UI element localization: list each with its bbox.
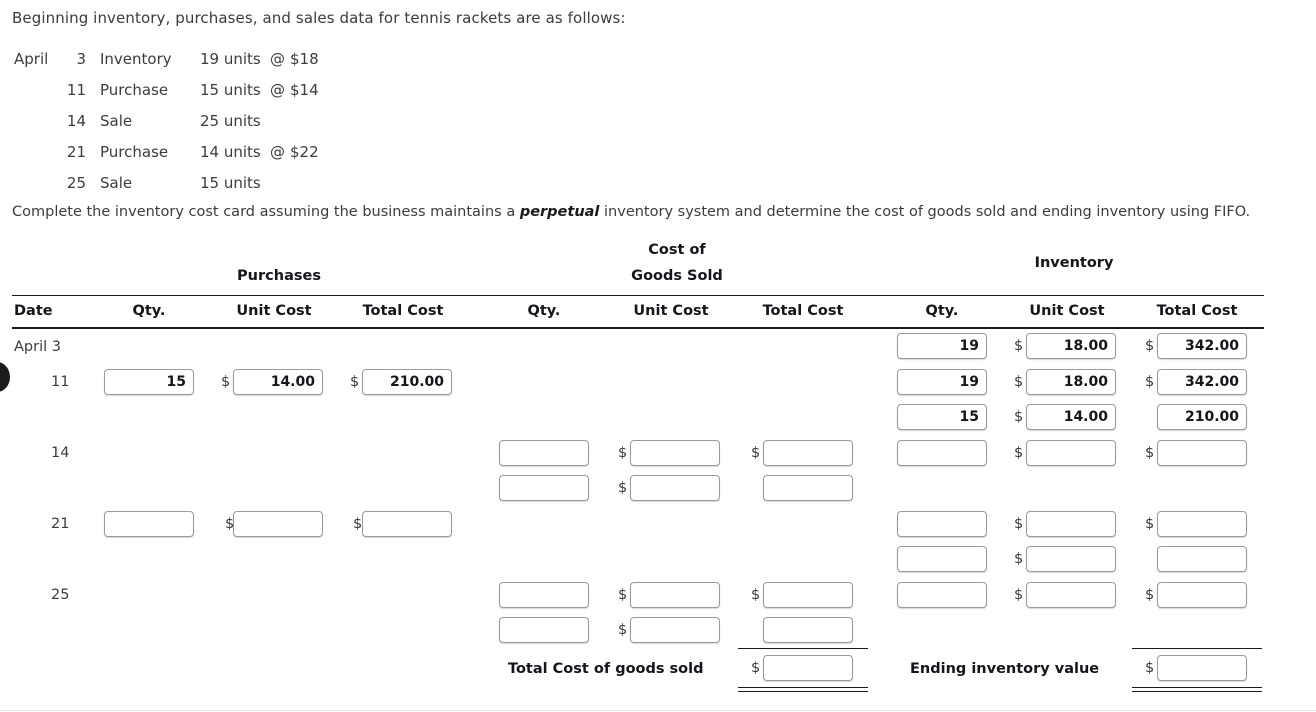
column-header-purchases-total-cost: Total Cost	[362, 303, 444, 319]
dollar-sign: $	[1014, 374, 1024, 390]
column-header-inventory-total-cost: Total Cost	[1156, 303, 1238, 319]
cell-apr21-inventory-total-cost-layer1[interactable]	[1157, 511, 1247, 537]
column-header-cogs-qty: Qty.	[527, 303, 561, 319]
cell-apr14-cogs-total-cost-layer1[interactable]	[763, 440, 853, 466]
dollar-sign: $	[618, 480, 628, 496]
column-header-inventory-qty: Qty.	[925, 303, 959, 319]
group-header-purchases: Purchases	[237, 268, 321, 284]
dollar-sign: $	[1014, 516, 1024, 532]
cell-apr25-cogs-qty-layer2[interactable]	[499, 617, 589, 643]
cell-total-cost-of-goods-sold[interactable]	[763, 655, 853, 681]
table-top-rule	[12, 295, 1264, 296]
dollar-sign: $	[751, 587, 761, 603]
total-cogs-rule-top	[738, 648, 868, 649]
cell-apr25-inventory-total-cost[interactable]	[1157, 582, 1247, 608]
cell-apr25-cogs-unit-cost-layer1[interactable]	[630, 582, 720, 608]
cogs-header-line2: Goods Sold	[631, 268, 723, 284]
cell-apr3-inventory-qty[interactable]	[897, 333, 987, 359]
cell-apr21-inventory-unit-cost-layer2[interactable]	[1026, 546, 1116, 572]
dollar-sign: $	[618, 445, 628, 461]
dollar-sign: $	[1014, 338, 1024, 354]
cell-apr14-cogs-unit-cost-layer2[interactable]	[630, 475, 720, 501]
dollar-sign: $	[1014, 445, 1024, 461]
cell-apr14-inventory-qty[interactable]	[897, 440, 987, 466]
cogs-header-line1: Cost of	[648, 242, 706, 258]
cell-apr14-inventory-total-cost[interactable]	[1157, 440, 1247, 466]
cell-apr3-inventory-total-cost[interactable]	[1157, 333, 1247, 359]
cell-apr11-inventory-unit-cost-layer1[interactable]	[1026, 369, 1116, 395]
cell-apr11-inventory-total-cost-layer2[interactable]	[1157, 404, 1247, 430]
table-header-rule	[12, 327, 1264, 329]
cell-apr21-inventory-qty-layer1[interactable]	[897, 511, 987, 537]
dollar-sign: $	[1145, 445, 1155, 461]
cell-apr14-cogs-qty-layer1[interactable]	[499, 440, 589, 466]
cell-apr25-cogs-unit-cost-layer2[interactable]	[630, 617, 720, 643]
ending-inventory-rule-bottom-1	[1132, 687, 1262, 688]
dollar-sign: $	[618, 587, 628, 603]
cell-apr21-inventory-qty-layer2[interactable]	[897, 546, 987, 572]
column-header-purchases-unit-cost: Unit Cost	[236, 303, 312, 319]
cell-apr21-purchases-unit-cost[interactable]	[233, 511, 323, 537]
dollar-sign: $	[1145, 587, 1155, 603]
cell-apr11-purchases-total-cost[interactable]	[362, 369, 452, 395]
row-label-11: 11	[51, 374, 70, 390]
group-header-inventory: Inventory	[1034, 255, 1114, 271]
group-header-cost-of-goods-sold: Cost of Goods Sold	[614, 241, 740, 286]
cell-apr11-inventory-qty-layer1[interactable]	[897, 369, 987, 395]
ending-inventory-rule-top	[1132, 648, 1262, 649]
cell-apr25-inventory-qty[interactable]	[897, 582, 987, 608]
column-header-purchases-qty: Qty.	[132, 303, 166, 319]
column-header-inventory-unit-cost: Unit Cost	[1029, 303, 1105, 319]
column-header-date: Date	[14, 303, 53, 319]
cell-apr11-inventory-total-cost-layer1[interactable]	[1157, 369, 1247, 395]
inventory-cost-card-table: Purchases Cost of Goods Sold Inventory D…	[0, 0, 1316, 712]
cell-apr25-cogs-total-cost-layer1[interactable]	[763, 582, 853, 608]
cell-apr25-cogs-total-cost-layer2[interactable]	[763, 617, 853, 643]
total-cogs-label: Total Cost of goods sold	[508, 661, 704, 677]
page-bottom-divider	[0, 710, 1316, 711]
cell-apr11-purchases-qty[interactable]	[104, 369, 194, 395]
cell-apr21-purchases-total-cost[interactable]	[362, 511, 452, 537]
dollar-sign: $	[618, 622, 628, 638]
dollar-sign: $	[350, 374, 360, 390]
dollar-sign: $	[221, 374, 231, 390]
dollar-sign: $	[751, 445, 761, 461]
row-label-april-3: April 3	[14, 339, 61, 355]
column-header-cogs-total-cost: Total Cost	[762, 303, 844, 319]
cell-apr14-cogs-total-cost-layer2[interactable]	[763, 475, 853, 501]
cell-apr3-inventory-unit-cost[interactable]	[1026, 333, 1116, 359]
cell-apr11-inventory-qty-layer2[interactable]	[897, 404, 987, 430]
ending-inventory-rule-bottom-2	[1132, 691, 1262, 692]
dollar-sign: $	[1145, 338, 1155, 354]
cell-ending-inventory-value[interactable]	[1157, 655, 1247, 681]
total-cogs-rule-bottom-2	[738, 691, 868, 692]
dollar-sign: $	[751, 660, 761, 676]
dollar-sign: $	[1145, 516, 1155, 532]
cell-apr11-purchases-unit-cost[interactable]	[233, 369, 323, 395]
cell-apr14-cogs-unit-cost-layer1[interactable]	[630, 440, 720, 466]
column-header-cogs-unit-cost: Unit Cost	[633, 303, 709, 319]
dollar-sign: $	[1145, 660, 1155, 676]
cell-apr21-inventory-total-cost-layer2[interactable]	[1157, 546, 1247, 572]
row-label-25: 25	[51, 587, 70, 603]
cell-apr25-cogs-qty-layer1[interactable]	[499, 582, 589, 608]
cell-apr14-cogs-qty-layer2[interactable]	[499, 475, 589, 501]
cell-apr21-purchases-qty[interactable]	[104, 511, 194, 537]
dollar-sign: $	[353, 516, 363, 532]
cell-apr11-inventory-unit-cost-layer2[interactable]	[1026, 404, 1116, 430]
row-label-14: 14	[51, 445, 70, 461]
dollar-sign: $	[1145, 374, 1155, 390]
cell-apr25-inventory-unit-cost[interactable]	[1026, 582, 1116, 608]
cell-apr21-inventory-unit-cost-layer1[interactable]	[1026, 511, 1116, 537]
row-label-21: 21	[51, 516, 70, 532]
total-cogs-rule-bottom-1	[738, 687, 868, 688]
dollar-sign: $	[1014, 587, 1024, 603]
dollar-sign: $	[1014, 409, 1024, 425]
cell-apr14-inventory-unit-cost[interactable]	[1026, 440, 1116, 466]
dollar-sign: $	[1014, 551, 1024, 567]
ending-inventory-label: Ending inventory value	[910, 661, 1100, 677]
